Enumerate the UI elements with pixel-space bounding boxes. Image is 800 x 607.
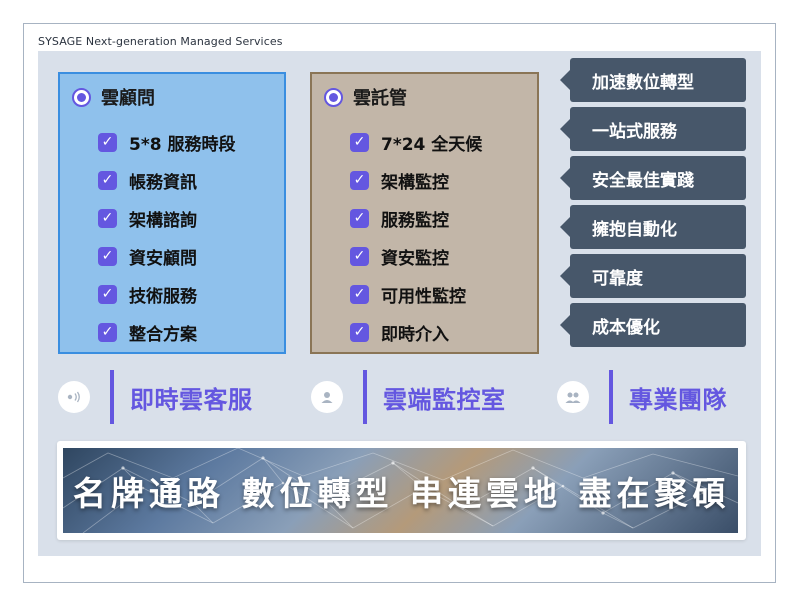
tag-item: 安全最佳實踐 (560, 156, 746, 200)
radio-icon[interactable] (324, 87, 343, 107)
banner-card: 名牌通路 數位轉型 串連雲地 盡在聚碩 (57, 441, 746, 540)
list-item[interactable]: ✓ 可用性監控 (350, 275, 482, 313)
list-item-label: 帳務資訊 (129, 172, 197, 193)
tag-item: 擁抱自動化 (560, 205, 746, 249)
checklist: ✓ 7*24 全天候 ✓ 架構監控 ✓ 服務監控 ✓ 資安監控 ✓ 可用性監控 ✓ 即時介入 (350, 123, 482, 351)
feature-support: 即時雲客服 (58, 370, 253, 424)
list-item[interactable]: ✓ 架構諮詢 (98, 199, 235, 237)
checkbox-icon[interactable]: ✓ (350, 170, 369, 190)
list-item[interactable]: ✓ 資安顧問 (98, 237, 235, 275)
checkbox-icon[interactable]: ✓ (98, 132, 117, 152)
card-header: 雲顧問 (72, 84, 155, 110)
list-item-label: 7*24 全天候 (381, 134, 483, 155)
tag-item: 可靠度 (560, 254, 746, 298)
feature-divider (110, 370, 114, 424)
tag-item: 一站式服務 (560, 107, 746, 151)
list-item-label: 資安監控 (381, 248, 449, 269)
support-icon (58, 381, 90, 413)
list-item-label: 服務監控 (381, 210, 449, 231)
checkbox-icon[interactable]: ✓ (350, 322, 369, 342)
list-item-label: 資安顧問 (129, 248, 197, 269)
checklist: ✓ 5*8 服務時段 ✓ 帳務資訊 ✓ 架構諮詢 ✓ 資安顧問 ✓ 技術服務 ✓ 整合方案 (98, 123, 235, 351)
list-item[interactable]: ✓ 服務監控 (350, 199, 482, 237)
radio-icon[interactable] (72, 87, 91, 107)
list-item-label: 即時介入 (381, 324, 449, 345)
checkbox-icon[interactable]: ✓ (98, 246, 117, 266)
card-cloud-consultant: 雲顧問 ✓ 5*8 服務時段 ✓ 帳務資訊 ✓ 架構諮詢 ✓ 資安顧問 ✓ 技術服務 ✓ 整… (58, 72, 286, 354)
banner-image: 名牌通路 數位轉型 串連雲地 盡在聚碩 (63, 448, 738, 533)
list-item[interactable]: ✓ 5*8 服務時段 (98, 123, 235, 161)
tag-item: 成本優化 (560, 303, 746, 347)
feature-divider (363, 370, 367, 424)
checkbox-icon[interactable]: ✓ (350, 132, 369, 152)
tag-item: 加速數位轉型 (560, 58, 746, 102)
list-item[interactable]: ✓ 7*24 全天候 (350, 123, 482, 161)
checkbox-icon[interactable]: ✓ (350, 284, 369, 304)
list-item-label: 整合方案 (129, 324, 197, 345)
list-item-label: 架構監控 (381, 172, 449, 193)
checkbox-icon[interactable]: ✓ (98, 322, 117, 342)
checkbox-icon[interactable]: ✓ (350, 208, 369, 228)
list-item[interactable]: ✓ 整合方案 (98, 313, 235, 351)
card-cloud-managed: 雲託管 ✓ 7*24 全天候 ✓ 架構監控 ✓ 服務監控 ✓ 資安監控 ✓ 可用性監控 ✓… (310, 72, 539, 354)
feature-monitor: 雲端監控室 (311, 370, 506, 424)
checkbox-icon[interactable]: ✓ (98, 208, 117, 228)
list-item[interactable]: ✓ 帳務資訊 (98, 161, 235, 199)
feature-label: 雲端監控室 (383, 385, 506, 414)
list-item[interactable]: ✓ 技術服務 (98, 275, 235, 313)
banner-slogan: 名牌通路 數位轉型 串連雲地 盡在聚碩 (73, 473, 731, 513)
slide-caption: SYSAGE Next-generation Managed Services (38, 35, 283, 48)
feature-label: 即時雲客服 (130, 385, 253, 414)
card-title: 雲顧問 (101, 88, 155, 109)
list-item[interactable]: ✓ 資安監控 (350, 237, 482, 275)
list-item-label: 架構諮詢 (129, 210, 197, 231)
monitor-user-icon (311, 381, 343, 413)
checkbox-icon[interactable]: ✓ (98, 284, 117, 304)
list-item-label: 可用性監控 (381, 286, 466, 307)
list-item-label: 技術服務 (129, 286, 197, 307)
checkbox-icon[interactable]: ✓ (98, 170, 117, 190)
list-item-label: 5*8 服務時段 (129, 134, 236, 155)
feature-team: 專業團隊 (557, 370, 727, 424)
feature-divider (609, 370, 613, 424)
list-item[interactable]: ✓ 架構監控 (350, 161, 482, 199)
feature-label: 專業團隊 (629, 385, 727, 414)
list-item[interactable]: ✓ 即時介入 (350, 313, 482, 351)
checkbox-icon[interactable]: ✓ (350, 246, 369, 266)
team-icon (557, 381, 589, 413)
card-header: 雲託管 (324, 84, 407, 110)
card-title: 雲託管 (353, 88, 407, 109)
